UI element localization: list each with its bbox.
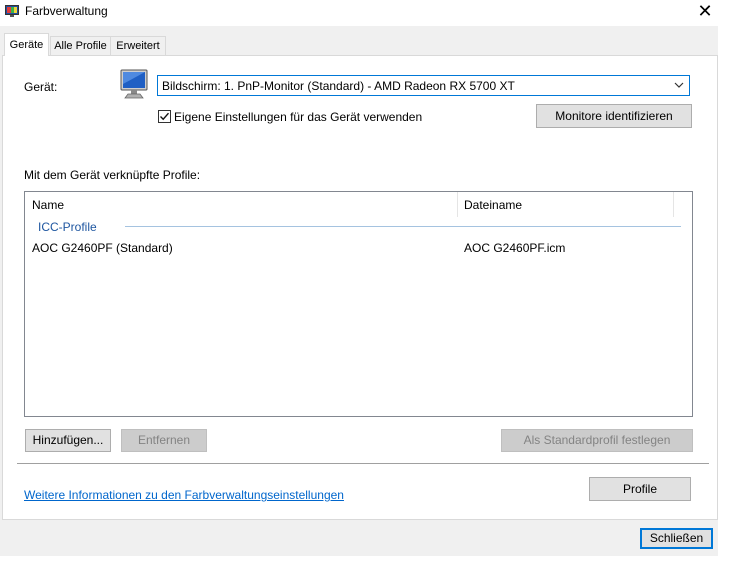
close-button[interactable]: Schließen (640, 528, 713, 549)
profile-name: AOC G2460PF (Standard) (32, 241, 173, 255)
window-title: Farbverwaltung (25, 4, 108, 18)
profiles-list[interactable]: Name Dateiname ICC-Profile AOC G2460PF (… (24, 191, 693, 417)
group-label-icc-profiles: ICC-Profile (38, 220, 97, 234)
add-profile-button[interactable]: Hinzufügen... (25, 429, 111, 452)
device-label: Gerät: (24, 80, 58, 94)
close-window-icon[interactable]: ✕ (695, 1, 715, 21)
more-info-link[interactable]: Weitere Informationen zu den Farbverwalt… (24, 488, 344, 502)
profile-filename: AOC G2460PF.icm (464, 241, 566, 255)
checkmark-icon (160, 112, 170, 121)
monitor-icon (120, 69, 148, 99)
use-own-settings-label[interactable]: Eigene Einstellungen für das Gerät verwe… (174, 110, 422, 124)
chevron-down-icon (674, 82, 684, 88)
device-select-value: Bildschirm: 1. PnP-Monitor (Standard) - … (162, 79, 515, 93)
group-divider (125, 226, 681, 227)
table-row[interactable]: AOC G2460PF (Standard) AOC G2460PF.icm (26, 236, 691, 256)
column-divider[interactable] (673, 192, 674, 217)
divider (17, 463, 709, 464)
profiles-button[interactable]: Profile (589, 477, 691, 501)
remove-profile-button[interactable]: Entfernen (121, 429, 207, 452)
monitor-color-app-icon (5, 5, 19, 17)
identify-monitors-button[interactable]: Monitore identifizieren (536, 104, 692, 128)
column-header-filename[interactable]: Dateiname (464, 198, 522, 212)
device-select[interactable]: Bildschirm: 1. PnP-Monitor (Standard) - … (157, 75, 690, 96)
column-header-name[interactable]: Name (32, 198, 64, 212)
tab-geraete[interactable]: Geräte (4, 33, 49, 56)
set-default-profile-button[interactable]: Als Standardprofil festlegen (501, 429, 693, 452)
tab-alle-profile[interactable]: Alle Profile (50, 36, 111, 56)
profiles-section-label: Mit dem Gerät verknüpfte Profile: (24, 168, 201, 182)
title-bar (0, 0, 753, 26)
tab-erweitert[interactable]: Erweitert (110, 36, 166, 56)
column-divider[interactable] (457, 192, 458, 217)
use-own-settings-checkbox[interactable] (158, 110, 171, 123)
